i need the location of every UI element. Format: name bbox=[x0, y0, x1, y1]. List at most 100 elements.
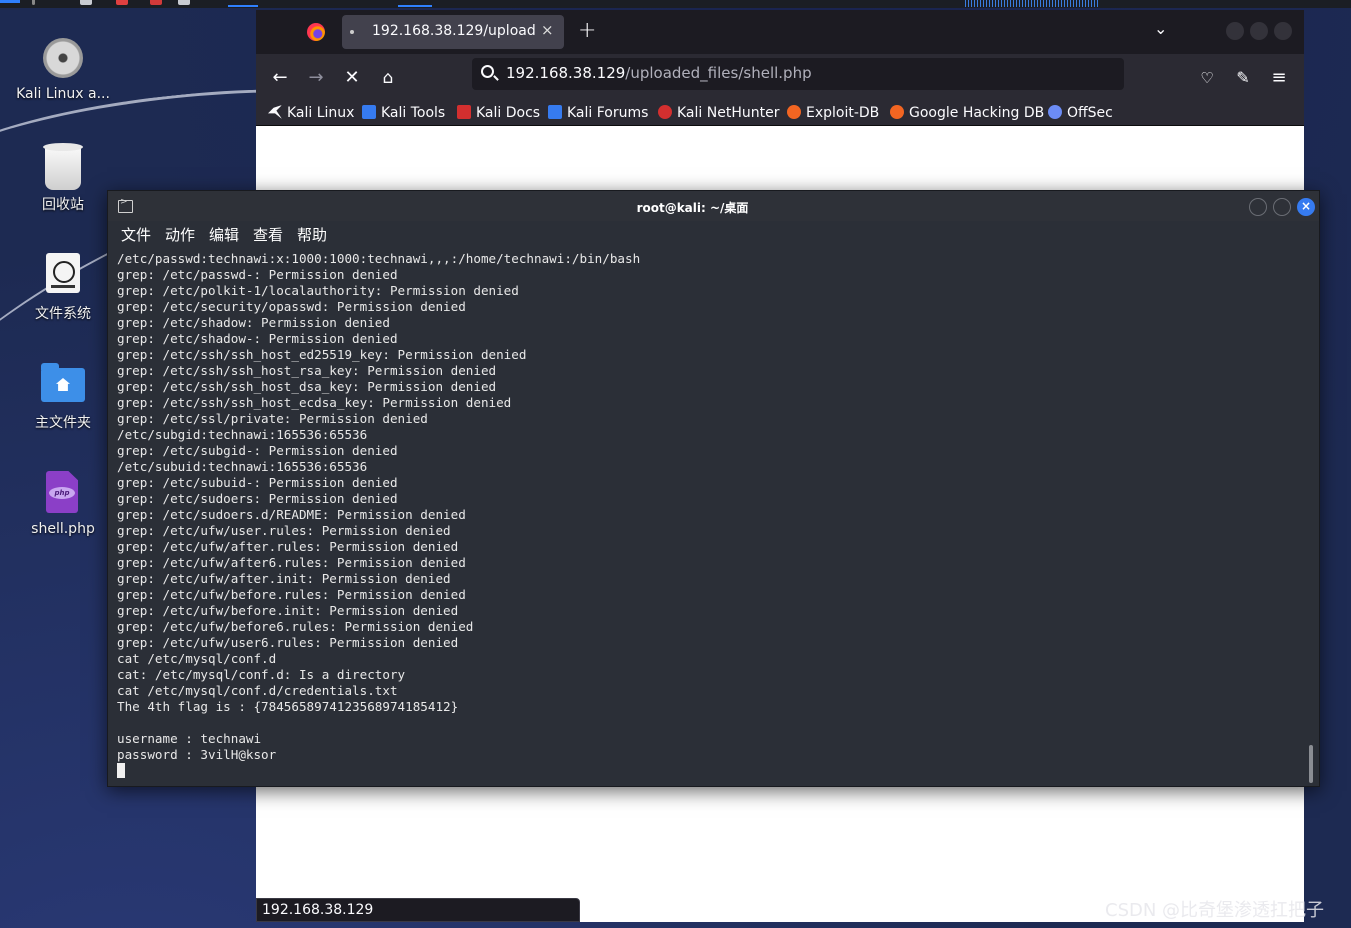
home-folder-icon bbox=[41, 363, 85, 402]
desktop-icon-home[interactable]: 主文件夹 bbox=[8, 348, 118, 448]
terminal-line: grep: /etc/ufw/user6.rules: Permission d… bbox=[117, 635, 459, 650]
terminal-line: grep: /etc/ssh/ssh_host_ecdsa_key: Permi… bbox=[117, 395, 512, 410]
url-text: 192.168.38.129/uploaded_files/shell.php bbox=[506, 64, 812, 82]
bookmark-kali-forums[interactable]: Kali Forums bbox=[548, 105, 648, 121]
bookmark-kali-tools[interactable]: Kali Tools bbox=[362, 105, 445, 121]
terminal-line: grep: /etc/polkit-1/localauthority: Perm… bbox=[117, 283, 519, 298]
firefox-icon[interactable] bbox=[307, 23, 325, 41]
terminal-close-button[interactable]: × bbox=[1297, 198, 1315, 216]
terminal-minimize-button[interactable] bbox=[1249, 198, 1267, 216]
menu-file[interactable]: 文件 bbox=[121, 224, 151, 245]
tab-title: 192.168.38.129/uploaded_ bbox=[372, 23, 536, 39]
bookmarks-toolbar: Kali Linux Kali Tools Kali Docs Kali For… bbox=[256, 100, 1304, 126]
bookmark-kali-docs[interactable]: Kali Docs bbox=[457, 105, 540, 121]
desktop-icon-kali-linux[interactable]: Kali Linux a... bbox=[8, 22, 118, 122]
desktop-icon-label: shell.php bbox=[31, 521, 95, 537]
new-tab-button[interactable]: + bbox=[578, 18, 596, 43]
terminal-line: grep: /etc/passwd-: Permission denied bbox=[117, 267, 398, 282]
php-file-icon: php bbox=[46, 471, 78, 513]
terminal-line: grep: /etc/ufw/before.rules: Permission … bbox=[117, 587, 466, 602]
terminal-line: grep: /etc/ufw/before6.rules: Permission… bbox=[117, 619, 474, 634]
terminal-line: /etc/passwd:technawi:x:1000:1000:technaw… bbox=[117, 251, 641, 266]
terminal-maximize-button[interactable] bbox=[1273, 198, 1291, 216]
workspace-indicator[interactable] bbox=[0, 0, 20, 3]
search-icon bbox=[481, 65, 494, 78]
menu-edit[interactable]: 编辑 bbox=[209, 224, 239, 245]
text-cursor bbox=[117, 763, 125, 778]
maximize-button[interactable] bbox=[1250, 22, 1268, 40]
pocket-icon[interactable]: ♡ bbox=[1193, 64, 1221, 92]
close-window-button[interactable] bbox=[1274, 22, 1292, 40]
kali-dragon-icon bbox=[268, 105, 282, 119]
desktop-icon-shell-php[interactable]: php shell.php bbox=[8, 457, 118, 557]
ghdb-icon bbox=[890, 105, 904, 119]
terminal-line: grep: /etc/ssh/ssh_host_ed25519_key: Per… bbox=[117, 347, 527, 362]
terminal-line: cat /etc/mysql/conf.d/credentials.txt bbox=[117, 683, 398, 698]
bookmark-exploit-db[interactable]: Exploit-DB bbox=[787, 105, 879, 121]
files-launcher-icon[interactable] bbox=[80, 0, 92, 5]
menu-action[interactable]: 动作 bbox=[165, 224, 195, 245]
kali-tools-icon bbox=[362, 105, 376, 119]
terminal-line: username : technawi bbox=[117, 731, 262, 746]
kali-docs-icon bbox=[457, 105, 471, 119]
terminal-line: grep: /etc/ufw/after.rules: Permission d… bbox=[117, 539, 459, 554]
terminal-scrollbar[interactable] bbox=[1309, 745, 1313, 783]
terminal-line: grep: /etc/ufw/before.init: Permission d… bbox=[117, 603, 459, 618]
desktop-icon-trash[interactable]: 回收站 bbox=[8, 130, 118, 230]
stop-loading-icon[interactable]: ✕ bbox=[338, 64, 366, 92]
terminal-line: The 4th flag is : {784565897412356897418… bbox=[117, 699, 459, 714]
browser-launcher-icon[interactable] bbox=[150, 0, 162, 5]
top-panel bbox=[0, 0, 1351, 8]
bookmark-kali-linux[interactable]: Kali Linux bbox=[268, 105, 354, 121]
forward-arrow-icon[interactable]: → bbox=[302, 64, 330, 92]
terminal-line: grep: /etc/ssh/ssh_host_rsa_key: Permiss… bbox=[117, 363, 497, 378]
desktop-icon-filesystem[interactable]: 文件系统 bbox=[8, 239, 118, 339]
terminal-output[interactable]: /etc/passwd:technawi:x:1000:1000:technaw… bbox=[117, 251, 1297, 781]
task-button-browser[interactable] bbox=[228, 5, 258, 7]
bookmark-offsec[interactable]: OffSec bbox=[1048, 105, 1113, 121]
terminal-prompt-line[interactable] bbox=[117, 763, 1297, 779]
terminal-line: grep: /etc/ssl/private: Permission denie… bbox=[117, 411, 428, 426]
terminal-line: /etc/subgid:technawi:165536:65536 bbox=[117, 427, 368, 442]
trash-icon bbox=[43, 143, 83, 190]
list-tabs-chevron-icon[interactable]: ⌄ bbox=[1154, 19, 1167, 38]
cpu-graph bbox=[965, 0, 1098, 7]
exploit-db-icon bbox=[787, 105, 801, 119]
task-button-terminal[interactable] bbox=[398, 5, 432, 7]
terminal-line: grep: /etc/shadow: Permission denied bbox=[117, 315, 390, 330]
tab-close-icon[interactable]: × bbox=[541, 21, 554, 39]
drive-icon bbox=[46, 253, 80, 293]
terminal-line: grep: /etc/ufw/user.rules: Permission de… bbox=[117, 523, 451, 538]
terminal-menubar: 文件 动作 编辑 查看 帮助 bbox=[108, 221, 1319, 247]
menu-view[interactable]: 查看 bbox=[253, 224, 283, 245]
kali-forums-icon bbox=[548, 105, 562, 119]
home-icon[interactable]: ⌂ bbox=[374, 64, 402, 92]
app-launcher-icon[interactable] bbox=[116, 0, 128, 5]
back-arrow-icon[interactable]: ← bbox=[266, 64, 294, 92]
terminal-launcher-icon[interactable] bbox=[178, 0, 190, 5]
terminal-line: grep: /etc/subuid-: Permission denied bbox=[117, 475, 398, 490]
hamburger-menu-icon[interactable]: ≡ bbox=[1265, 64, 1293, 92]
tab-bar: 192.168.38.129/uploaded_ × + ⌄ bbox=[256, 10, 1304, 54]
minimize-button[interactable] bbox=[1226, 22, 1244, 40]
terminal-titlebar[interactable]: root@kali: ~/桌面 × bbox=[108, 191, 1319, 221]
terminal-line: grep: /etc/ssh/ssh_host_dsa_key: Permiss… bbox=[117, 379, 497, 394]
terminal-line: grep: /etc/ufw/after6.rules: Permission … bbox=[117, 555, 466, 570]
nethunter-icon bbox=[658, 105, 672, 119]
address-bar[interactable]: 192.168.38.129/uploaded_files/shell.php bbox=[472, 58, 1124, 90]
terminal-line: grep: /etc/shadow-: Permission denied bbox=[117, 331, 398, 346]
offsec-icon bbox=[1048, 105, 1062, 119]
bookmark-google-hacking-db[interactable]: Google Hacking DB bbox=[890, 105, 1044, 121]
terminal-line: grep: /etc/sudoers.d/README: Permission … bbox=[117, 507, 466, 522]
menu-help[interactable]: 帮助 bbox=[297, 224, 327, 245]
csdn-watermark: CSDN @比奇堡渗透扛把子 bbox=[1105, 900, 1325, 921]
extensions-icon[interactable]: ✎ bbox=[1229, 64, 1257, 92]
desktop-icon-label: 主文件夹 bbox=[35, 415, 91, 431]
terminal-line: cat: /etc/mysql/conf.d: Is a directory bbox=[117, 667, 406, 682]
bookmark-kali-nethunter[interactable]: Kali NetHunter bbox=[658, 105, 779, 121]
disc-icon bbox=[43, 38, 83, 78]
terminal-line: /etc/subuid:technawi:165536:65536 bbox=[117, 459, 368, 474]
nav-toolbar: ← → ✕ ⌂ 192.168.38.129/uploaded_files/sh… bbox=[256, 54, 1304, 100]
tab-active[interactable]: 192.168.38.129/uploaded_ × bbox=[342, 15, 564, 49]
